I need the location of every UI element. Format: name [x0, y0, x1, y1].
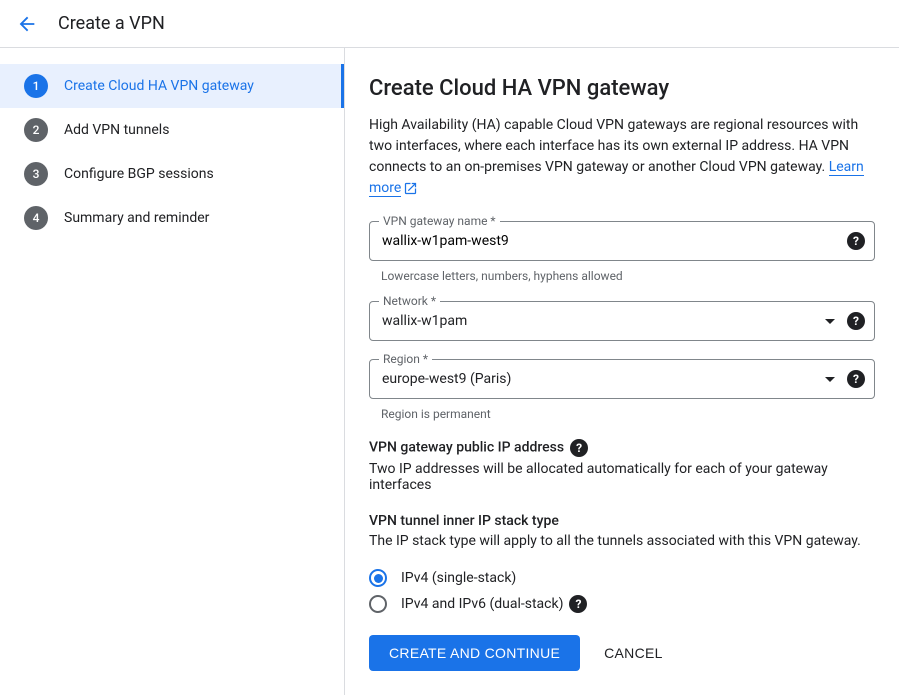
field-icons: ?: [847, 232, 865, 250]
step-add-tunnels[interactable]: 2 Add VPN tunnels: [0, 108, 344, 152]
field-hint: Lowercase letters, numbers, hyphens allo…: [381, 269, 875, 283]
step-create-gateway[interactable]: 1 Create Cloud HA VPN gateway: [0, 64, 344, 108]
radio-icon: [369, 595, 387, 613]
field-hint: Region is permanent: [381, 407, 875, 421]
stack-type-label: VPN tunnel inner IP stack type: [369, 513, 875, 529]
external-link-icon: [403, 181, 418, 196]
step-label: Configure BGP sessions: [64, 166, 214, 182]
step-label: Add VPN tunnels: [64, 122, 169, 138]
description: High Availability (HA) capable Cloud VPN…: [369, 115, 875, 199]
ip-address-label: VPN gateway public IP address?: [369, 439, 875, 457]
radio-ipv4-single[interactable]: IPv4 (single-stack): [369, 569, 875, 587]
network-dropdown[interactable]: wallix-w1pam: [369, 301, 875, 341]
step-label: Summary and reminder: [64, 210, 209, 226]
step-number: 1: [24, 74, 48, 98]
gateway-name-input[interactable]: [382, 233, 834, 249]
field-icons: ?: [825, 312, 865, 330]
field-label: Network *: [379, 294, 440, 308]
main-content: Create Cloud HA VPN gateway High Availab…: [345, 48, 899, 695]
ip-address-label-text: VPN gateway public IP address: [369, 440, 564, 456]
help-icon[interactable]: ?: [569, 595, 587, 613]
network-field: Network * wallix-w1pam ?: [369, 301, 875, 341]
help-icon[interactable]: ?: [570, 439, 588, 457]
radio-ipv4-ipv6-dual[interactable]: IPv4 and IPv6 (dual-stack) ?: [369, 595, 875, 613]
help-icon[interactable]: ?: [847, 312, 865, 330]
step-number: 4: [24, 206, 48, 230]
region-field: Region * europe-west9 (Paris) ?: [369, 359, 875, 399]
radio-icon: [369, 569, 387, 587]
radio-label: IPv4 (single-stack): [401, 570, 516, 586]
button-row: CREATE AND CONTINUE CANCEL: [369, 635, 875, 671]
back-arrow-icon[interactable]: [16, 13, 38, 35]
create-continue-button[interactable]: CREATE AND CONTINUE: [369, 635, 580, 671]
chevron-down-icon: [825, 319, 835, 324]
step-configure-bgp[interactable]: 3 Configure BGP sessions: [0, 152, 344, 196]
field-icons: ?: [825, 370, 865, 388]
radio-label: IPv4 and IPv6 (dual-stack): [401, 596, 563, 612]
ip-address-text: Two IP addresses will be allocated autom…: [369, 461, 875, 493]
field-label: VPN gateway name *: [379, 214, 500, 228]
layout: 1 Create Cloud HA VPN gateway 2 Add VPN …: [0, 48, 899, 695]
region-dropdown[interactable]: europe-west9 (Paris): [369, 359, 875, 399]
description-text: High Availability (HA) capable Cloud VPN…: [369, 117, 858, 175]
vpn-gateway-name-field: VPN gateway name * ?: [369, 221, 875, 261]
main-title: Create Cloud HA VPN gateway: [369, 76, 875, 101]
field-label: Region *: [379, 352, 432, 366]
page-header: Create a VPN: [0, 0, 899, 48]
step-summary[interactable]: 4 Summary and reminder: [0, 196, 344, 240]
network-value: wallix-w1pam: [382, 313, 467, 329]
cancel-button[interactable]: CANCEL: [604, 645, 663, 661]
region-value: europe-west9 (Paris): [382, 371, 511, 387]
step-label: Create Cloud HA VPN gateway: [64, 78, 254, 94]
page-title: Create a VPN: [58, 13, 165, 34]
step-number: 3: [24, 162, 48, 186]
step-number: 2: [24, 118, 48, 142]
chevron-down-icon: [825, 377, 835, 382]
sidebar: 1 Create Cloud HA VPN gateway 2 Add VPN …: [0, 48, 345, 695]
help-icon[interactable]: ?: [847, 232, 865, 250]
help-icon[interactable]: ?: [847, 370, 865, 388]
stack-type-text: The IP stack type will apply to all the …: [369, 533, 875, 549]
